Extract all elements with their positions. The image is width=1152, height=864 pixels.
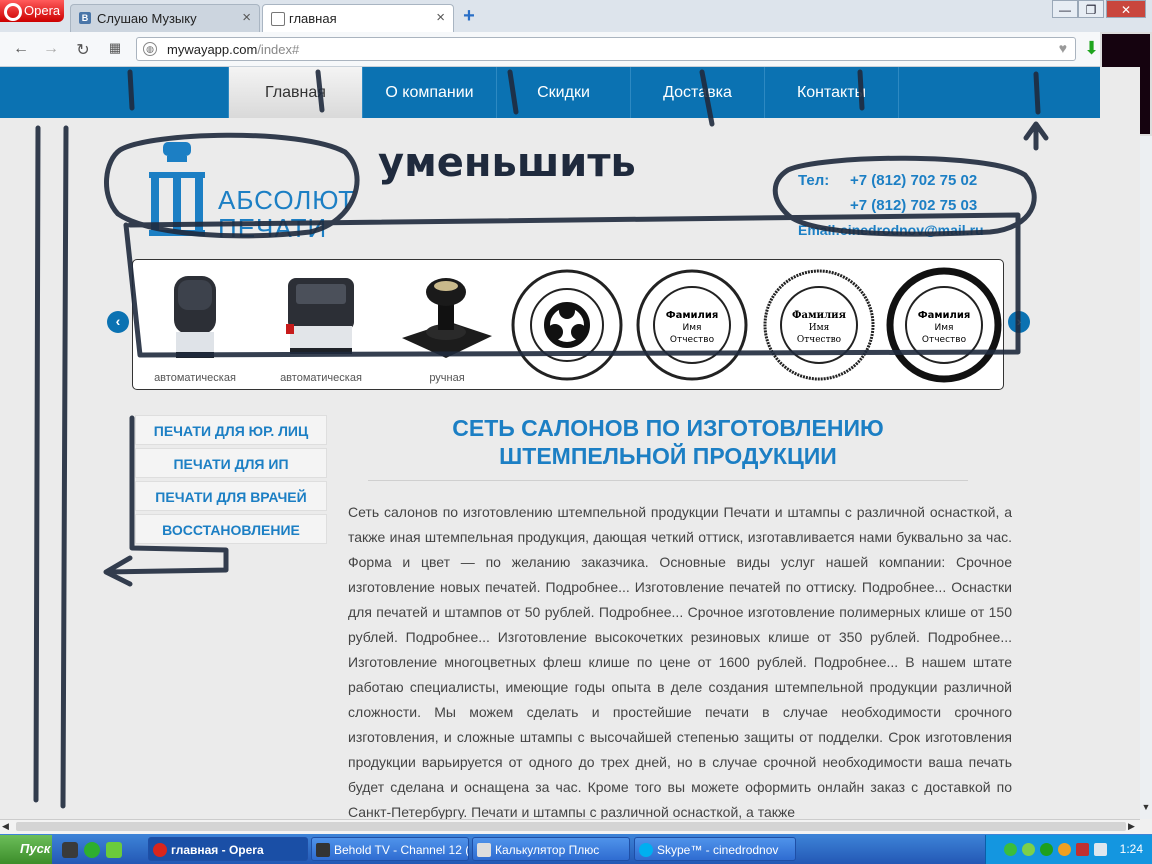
logo-title: АБСОЛЮТ (218, 185, 355, 215)
side-link-doctors[interactable]: ПЕЧАТИ ДЛЯ ВРАЧЕЙ (135, 481, 327, 511)
round-stamp-icon: Фамилия Имя Отчество (886, 267, 1002, 383)
language-flag-icon[interactable] (1076, 843, 1089, 856)
taskbar-behold-tv[interactable]: Behold TV - Channel 12 (... (311, 837, 469, 861)
round-stamp-icon: Фамилия Имя Отчество (636, 269, 748, 381)
logo-icon[interactable] (147, 142, 207, 238)
network-icon[interactable] (1094, 843, 1107, 856)
close-tab-icon[interactable]: × (242, 9, 251, 26)
new-tab-button[interactable]: + (458, 6, 480, 28)
svg-text:Имя: Имя (683, 323, 702, 333)
round-stamp-icon: Фамилия Имя Отчество (763, 269, 875, 381)
tray-icon[interactable] (1040, 843, 1053, 856)
horizontal-scrollbar[interactable]: ◀ ▶ (0, 819, 1140, 834)
phone-2[interactable]: +7 (812) 702 75 03 (850, 197, 977, 214)
address-bar[interactable]: ◍ mywayapp.com/index# ♥ (136, 37, 1076, 61)
menu-item-discounts[interactable]: Скидки (497, 67, 631, 118)
divider (368, 480, 968, 481)
slide-stamp-3[interactable]: Фамилия Имя Отчество (885, 266, 1003, 384)
product-slider: автоматическая автоматическая ручная Фам… (132, 259, 1004, 390)
scroll-left-icon[interactable]: ◀ (2, 821, 9, 832)
svg-text:Фамилия: Фамилия (792, 310, 847, 321)
vk-icon: B (79, 12, 91, 24)
tray-icon[interactable] (1022, 843, 1035, 856)
svg-text:Фамилия: Фамилия (666, 310, 719, 321)
slide-manual[interactable]: ручная (388, 266, 506, 384)
menu-item-about[interactable]: О компании (363, 67, 497, 118)
speed-dial-icon[interactable]: ▦ (104, 40, 126, 58)
svg-text:Имя: Имя (809, 323, 830, 333)
slide-automatic-rect[interactable]: автоматическая (262, 266, 380, 384)
system-tray: 1:24 (985, 835, 1152, 864)
biohazard-stamp-icon (511, 269, 623, 381)
menu-item-delivery[interactable]: Доставка (631, 67, 765, 118)
svg-text:Фамилия: Фамилия (918, 310, 971, 321)
scroll-right-icon[interactable]: ▶ (1128, 821, 1135, 832)
vertical-scrollbar[interactable]: ▼ (1140, 136, 1152, 819)
slide-automatic-round[interactable]: автоматическая (136, 266, 254, 384)
taskbar-skype[interactable]: Skype™ - cinedrodnov (634, 837, 796, 861)
slider-next-button[interactable]: › (1008, 311, 1030, 333)
logo-subtitle: ПЕЧАТИ (218, 213, 328, 243)
reload-icon[interactable]: ↻ (72, 40, 94, 59)
taskbar-opera[interactable]: главная - Opera (148, 837, 308, 861)
slide-stamp-biohazard[interactable] (508, 266, 626, 384)
start-button[interactable]: Пуск (0, 835, 52, 864)
tab-home[interactable]: главная × (262, 4, 454, 32)
email-link[interactable]: Email:cinedrodnov@mail.ru (798, 222, 984, 238)
quicklaunch-player-icon[interactable] (84, 842, 100, 858)
bookmark-heart-icon[interactable]: ♥ (1059, 40, 1067, 56)
site-menu: Главная О компании Скидки Доставка Конта… (0, 67, 1100, 118)
maximize-button[interactable]: ❐ (1078, 0, 1104, 18)
skype-icon (639, 843, 653, 857)
slide-stamp-1[interactable]: Фамилия Имя Отчество (633, 266, 751, 384)
svg-text:Отчество: Отчество (670, 335, 715, 345)
tray-icon[interactable] (1058, 843, 1071, 856)
slider-prev-button[interactable]: ‹ (107, 311, 129, 333)
intro-text: Сеть салонов по изготовлению штемпельной… (348, 504, 1012, 819)
quicklaunch-tv-icon[interactable] (62, 842, 78, 858)
manual-stamp-icon (402, 278, 492, 358)
svg-text:Имя: Имя (935, 323, 954, 333)
minimize-button[interactable]: — (1052, 0, 1078, 18)
close-tab-icon[interactable]: × (436, 9, 445, 26)
download-icon[interactable]: ⬇ (1084, 38, 1100, 58)
page-icon (271, 12, 285, 26)
side-link-legal[interactable]: ПЕЧАТИ ДЛЯ ЮР. ЛИЦ (135, 415, 327, 445)
svg-text:Отчество: Отчество (797, 335, 841, 345)
scroll-down-icon[interactable]: ▼ (1140, 802, 1152, 812)
rect-auto-stamp-icon (286, 278, 354, 354)
menu-item-contacts[interactable]: Контакты (765, 67, 899, 118)
quicklaunch-app-icon[interactable] (106, 842, 122, 858)
side-link-ip[interactable]: ПЕЧАТИ ДЛЯ ИП (135, 448, 327, 478)
tab-music[interactable]: B Слушаю Музыку × (70, 4, 260, 32)
opera-logo-icon (4, 3, 22, 21)
round-auto-stamp-icon (174, 276, 216, 358)
web-page: Главная О компании Скидки Доставка Конта… (0, 67, 1140, 819)
opera-menu-button[interactable]: Opera (0, 0, 64, 22)
back-icon[interactable]: ← (10, 40, 32, 58)
calculator-icon (477, 843, 491, 857)
globe-icon: ◍ (143, 42, 157, 56)
menu-item-home[interactable]: Главная (228, 67, 363, 118)
scroll-thumb[interactable] (16, 822, 1126, 831)
slide-stamp-2[interactable]: Фамилия Имя Отчество (760, 266, 878, 384)
clock: 1:24 (1119, 842, 1143, 856)
svg-text:Отчество: Отчество (922, 335, 967, 345)
phone-1[interactable]: +7 (812) 702 75 02 (850, 172, 977, 189)
tv-icon (316, 843, 330, 857)
page-title: СЕТЬ САЛОНОВ ПО ИЗГОТОВЛЕНИЮ ШТЕМПЕЛЬНОЙ… (452, 415, 884, 469)
tel-label: Тел: (798, 172, 830, 189)
forward-icon[interactable]: → (40, 40, 62, 58)
side-link-restore[interactable]: ВОССТАНОВЛЕНИЕ (135, 514, 327, 544)
close-window-button[interactable]: ✕ (1106, 0, 1146, 18)
opera-icon (153, 843, 167, 857)
tray-icon[interactable] (1004, 843, 1017, 856)
taskbar-calculator[interactable]: Калькулятор Плюс (472, 837, 630, 861)
